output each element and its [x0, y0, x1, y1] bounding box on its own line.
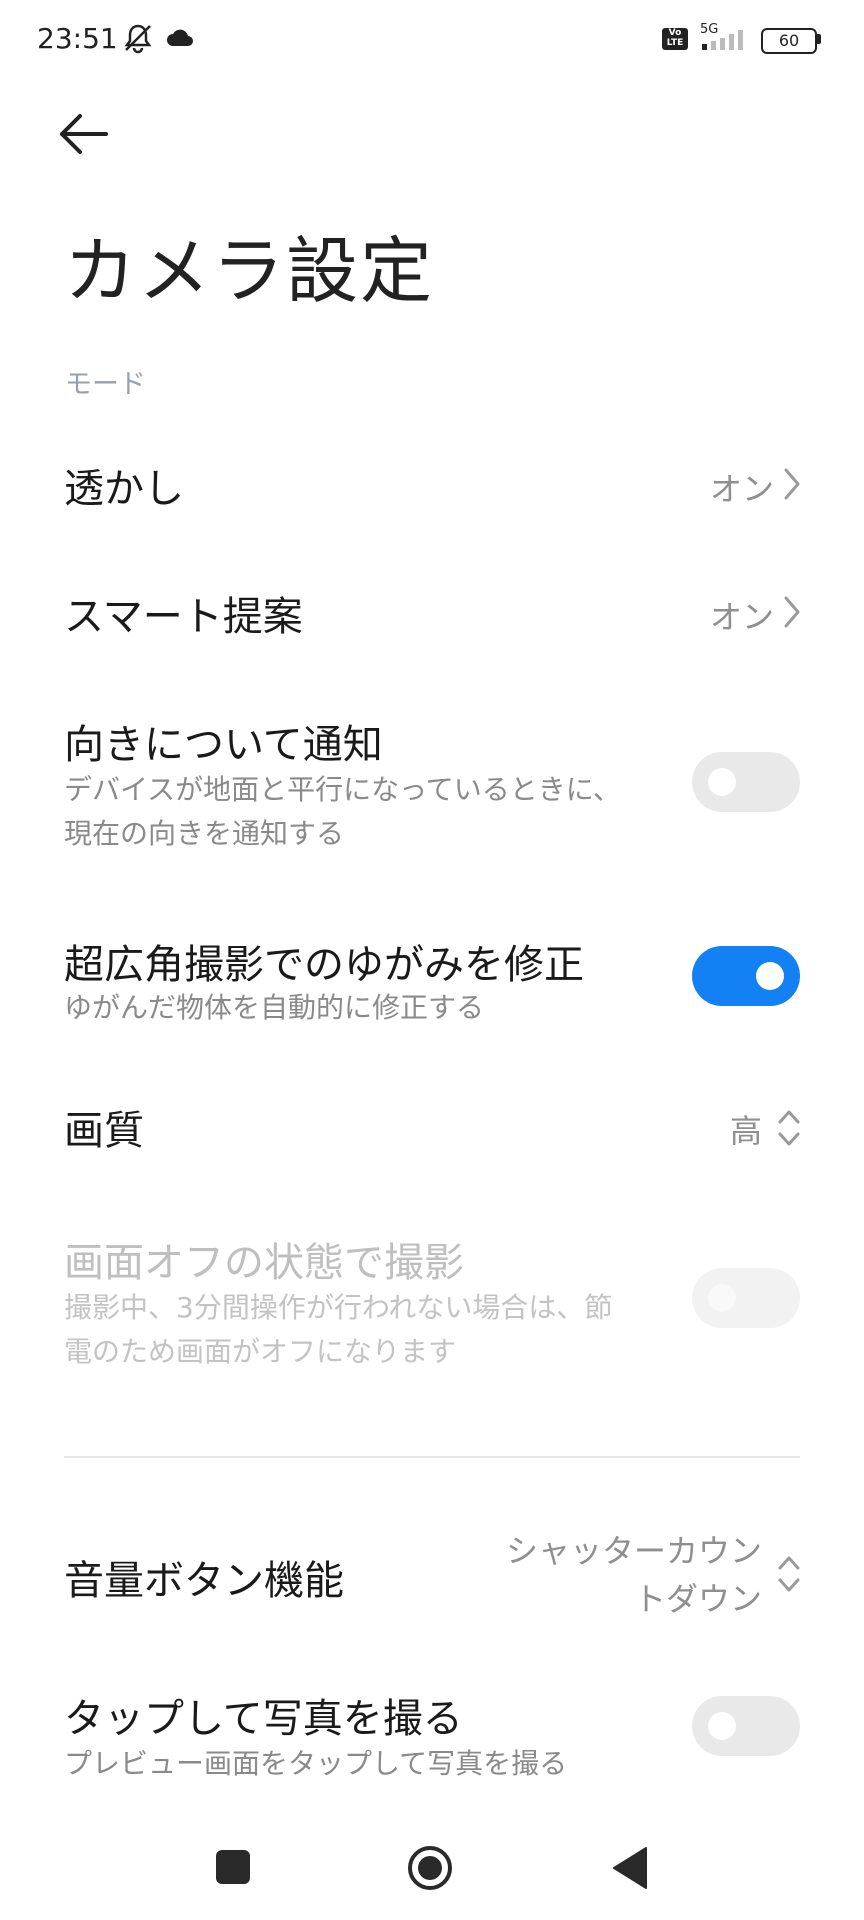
screen-off-capture-toggle [692, 1268, 800, 1328]
setting-label: 音量ボタン機能 [64, 1558, 344, 1604]
back-button[interactable] [610, 1846, 650, 1894]
toggle-knob [708, 1284, 736, 1312]
cloud-icon [165, 28, 195, 52]
setting-row-volume-button[interactable]: 音量ボタン機能 シャッターカウン トダウン [0, 1520, 864, 1630]
setting-description-line1: 撮影中、3分間操作が行われない場合は、節 [64, 1291, 613, 1324]
setting-row-quality[interactable]: 画質 高 [0, 1074, 864, 1184]
setting-label: 超広角撮影でのゆがみを修正 [64, 942, 584, 988]
tap-to-capture-toggle[interactable] [692, 1696, 800, 1756]
setting-value: オン [709, 470, 774, 508]
setting-label: スマート提案 [64, 594, 303, 640]
recent-apps-button[interactable] [214, 1848, 252, 1890]
setting-row-screen-off-capture: 画面オフの状態で撮影 撮影中、3分間操作が行われない場合は、節 電のため画面がオ… [0, 1218, 864, 1378]
mute-icon [120, 20, 156, 60]
setting-row-smart-suggestions[interactable]: スマート提案 オン [0, 568, 864, 678]
setting-description-line2: 電のため画面がオフになります [64, 1335, 457, 1368]
status-time: 23:51 [37, 22, 118, 55]
page-title: カメラ設定 [64, 229, 435, 313]
setting-row-orientation-notice[interactable]: 向きについて通知 デバイスが地面と平行になっているときに、 現在の向きを通知する [0, 700, 864, 860]
home-button[interactable] [406, 1844, 454, 1896]
toggle-knob [708, 1712, 736, 1740]
chevron-up-down-icon [776, 1106, 802, 1154]
chevron-right-icon [782, 594, 802, 634]
setting-description: ゆがんだ物体を自動的に修正する [64, 991, 485, 1024]
volte-icon: Vo LTE [662, 28, 688, 50]
setting-row-watermark[interactable]: 透かし オン [0, 440, 864, 550]
setting-value-line1: シャッターカウン [505, 1532, 762, 1570]
chevron-up-down-icon [776, 1552, 802, 1600]
toggle-knob [708, 768, 736, 796]
setting-value-line2: トダウン [633, 1580, 762, 1618]
chevron-right-icon [782, 466, 802, 506]
toggle-knob [756, 962, 784, 990]
battery-tip [817, 34, 821, 44]
setting-row-ultrawide-correction[interactable]: 超広角撮影でのゆがみを修正 ゆがんだ物体を自動的に修正する [0, 918, 864, 1038]
section-header-mode: モード [65, 369, 146, 400]
setting-label: 画面オフの状態で撮影 [64, 1240, 464, 1286]
setting-description-line2: 現在の向きを通知する [64, 817, 345, 850]
setting-description: プレビュー画面をタップして写真を撮る [64, 1747, 568, 1780]
signal-icon [700, 28, 752, 56]
setting-row-tap-to-capture[interactable]: タップして写真を撮る プレビュー画面をタップして写真を撮る [0, 1672, 864, 1792]
setting-value: オン [709, 598, 774, 636]
battery-icon: 60 [761, 28, 817, 54]
ultrawide-correction-toggle[interactable] [692, 946, 800, 1006]
setting-value: 高 [729, 1112, 762, 1150]
setting-label: 画質 [64, 1108, 144, 1154]
orientation-notice-toggle[interactable] [692, 752, 800, 812]
setting-label: 透かし [64, 466, 184, 512]
setting-label: 向きについて通知 [64, 722, 383, 768]
back-arrow-icon[interactable] [58, 112, 110, 160]
divider [64, 1456, 800, 1458]
setting-label: タップして写真を撮る [64, 1696, 463, 1742]
setting-description-line1: デバイスが地面と平行になっているときに、 [64, 773, 621, 806]
